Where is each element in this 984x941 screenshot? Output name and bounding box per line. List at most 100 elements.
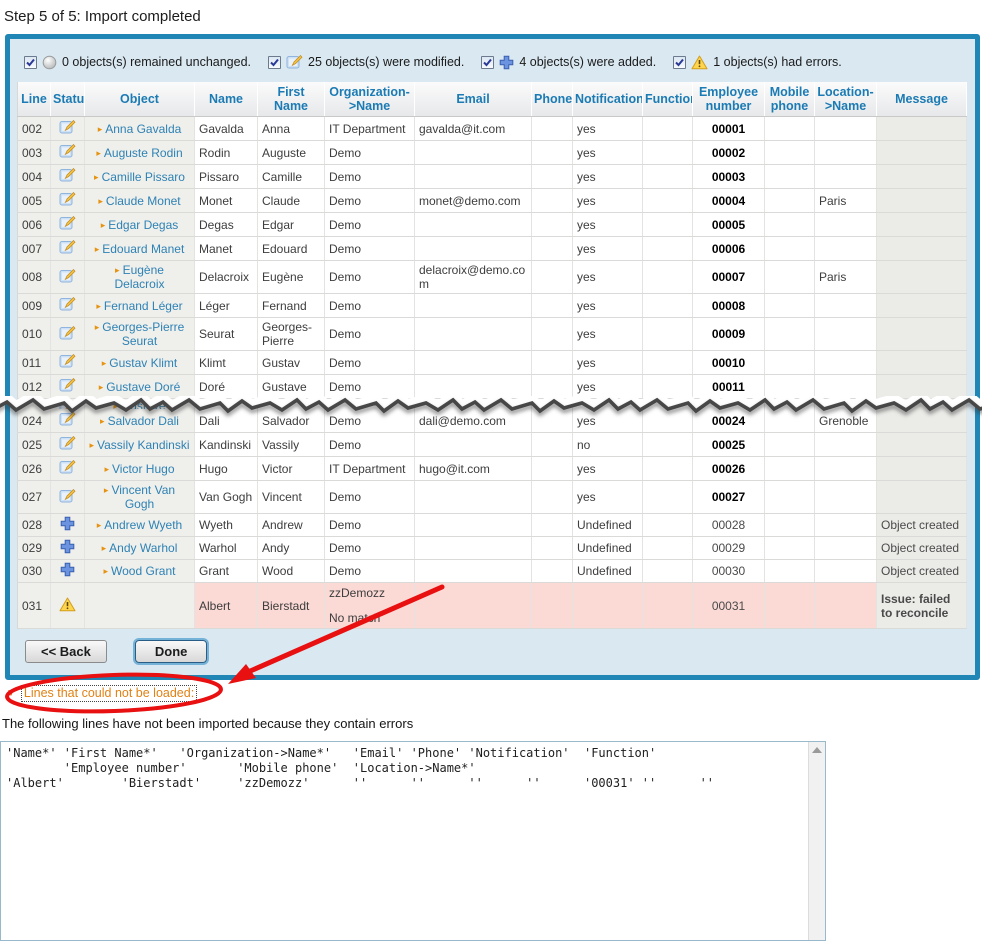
disclosure-triangle-icon[interactable]: ▼ xyxy=(6,688,16,699)
orange-bullet-icon: ▸ xyxy=(95,244,100,254)
cell-name: Gavalda xyxy=(195,117,258,141)
cell-notification: Undefined xyxy=(573,537,643,560)
back-button[interactable]: << Back xyxy=(25,640,107,663)
cell-function xyxy=(643,514,693,537)
table-row: 007▸Edouard ManetManetEdouardDemoyes0000… xyxy=(18,237,967,261)
cell-line: 025 xyxy=(18,433,51,457)
cell-employee-number: 00005 xyxy=(693,213,765,237)
cell-line: 002 xyxy=(18,117,51,141)
cell-organization: Demo xyxy=(325,537,415,560)
cell-function xyxy=(643,117,693,141)
cell-line: 007 xyxy=(18,237,51,261)
cell-location: Paris xyxy=(815,261,877,294)
modified-checkbox[interactable] xyxy=(268,56,281,69)
cell-status xyxy=(51,433,85,457)
cell-email xyxy=(415,537,532,560)
cell-employee-number: 00009 xyxy=(693,318,765,351)
object-link[interactable]: Gustave xyxy=(121,399,166,409)
cell-object: ▸Gustave Doré xyxy=(85,375,195,399)
cell-phone xyxy=(532,560,573,583)
cell-organization: Demo xyxy=(325,318,415,351)
cell-status xyxy=(51,409,85,433)
cell-function xyxy=(643,481,693,514)
object-link[interactable]: Edouard Manet xyxy=(102,242,184,256)
cell-email xyxy=(415,141,532,165)
organization-value: Demo xyxy=(329,541,410,555)
object-link[interactable]: Fernand Léger xyxy=(104,299,183,313)
object-link[interactable]: Victor Hugo xyxy=(112,462,174,476)
cell-organization: Demo xyxy=(325,481,415,514)
object-link[interactable]: Edgar Degas xyxy=(108,218,178,232)
cell-location xyxy=(815,318,877,351)
cell-employee-number: 00008 xyxy=(693,294,765,318)
added-checkbox[interactable] xyxy=(481,56,494,69)
cell-employee-number xyxy=(693,399,765,410)
object-link[interactable]: Gustav Klimt xyxy=(109,356,177,370)
cell-status xyxy=(51,213,85,237)
error-link-row: ▼ Lines that could not be loaded: xyxy=(6,683,984,703)
object-link[interactable]: Eugène Delacroix xyxy=(114,263,164,291)
cell-name: Monet xyxy=(195,189,258,213)
cell-phone xyxy=(532,318,573,351)
object-link[interactable]: Camille Pissaro xyxy=(102,170,185,184)
table-row: 025▸Vassily KandinskiKandinskiVassilyDem… xyxy=(18,433,967,457)
raw-lines-text[interactable]: 'Name*' 'First Name*' 'Organization->Nam… xyxy=(1,742,808,940)
pencil-icon xyxy=(59,296,76,312)
cell-object: ▸Wood Grant xyxy=(85,560,195,583)
cell-name: Hugo xyxy=(195,457,258,481)
object-link[interactable]: Andy Warhol xyxy=(109,541,177,555)
errors-checkbox[interactable] xyxy=(673,56,686,69)
cell-name: Grant xyxy=(195,560,258,583)
done-button[interactable]: Done xyxy=(135,640,208,663)
cell-phone xyxy=(532,375,573,399)
column-header: Organization->Name xyxy=(325,82,415,117)
cell-message: Object created xyxy=(877,537,967,560)
cell-first-name: Wood xyxy=(258,560,325,583)
object-link[interactable]: Georges-Pierre Seurat xyxy=(102,320,184,348)
import-wizard-panel: 0 objects(s) remained unchanged. 25 obje… xyxy=(5,34,980,680)
cell-employee-number: 00003 xyxy=(693,165,765,189)
cell-mobile-phone xyxy=(765,141,815,165)
raw-lines-scrollbar[interactable] xyxy=(808,742,825,940)
orange-bullet-icon: ▸ xyxy=(95,322,100,332)
cell-organization: Demo xyxy=(325,261,415,294)
table-row: 011▸Gustav KlimtKlimtGustavDemoyes00010 xyxy=(18,351,967,375)
cell-phone xyxy=(532,399,573,410)
object-link[interactable]: Claude Monet xyxy=(106,194,181,208)
cell-object: ▸Eugène Delacroix xyxy=(85,261,195,294)
cell-employee-number: 00026 xyxy=(693,457,765,481)
cell-line: 009 xyxy=(18,294,51,318)
cell-first-name: Salvador xyxy=(258,409,325,433)
orange-bullet-icon: ▸ xyxy=(94,172,99,182)
pencil-icon xyxy=(59,377,76,393)
column-header: Email xyxy=(415,82,532,117)
object-link[interactable]: Wood Grant xyxy=(111,564,175,578)
table-row: 012▸Gustave DoréDoréGustaveDemoyes00011 xyxy=(18,375,967,399)
cell-line: 031 xyxy=(18,583,51,629)
organization-value: Demo xyxy=(329,218,410,232)
object-link[interactable]: Vincent Van Gogh xyxy=(111,483,175,511)
cell-status xyxy=(51,318,85,351)
lines-not-loaded-link[interactable]: Lines that could not be loaded: xyxy=(21,685,197,702)
object-link[interactable]: Andrew Wyeth xyxy=(104,518,182,532)
orange-bullet-icon: ▸ xyxy=(97,520,102,530)
table-row: 009▸Fernand LégerLégerFernandDemoyes0000… xyxy=(18,294,967,318)
object-link[interactable]: Salvador Dali xyxy=(108,414,179,428)
object-link[interactable]: Gustave Doré xyxy=(106,380,180,394)
organization-value: Demo xyxy=(329,327,410,341)
scroll-up-icon[interactable] xyxy=(812,747,822,753)
cell-name: Manet xyxy=(195,237,258,261)
cell-message xyxy=(877,318,967,351)
cell-notification: Undefined xyxy=(573,514,643,537)
orange-bullet-icon: ▸ xyxy=(102,543,107,553)
cell-phone xyxy=(532,481,573,514)
plus-icon xyxy=(499,55,514,70)
object-link[interactable]: Anna Gavalda xyxy=(105,122,181,136)
cell-first-name: Gustav xyxy=(258,351,325,375)
object-link[interactable]: Auguste Rodin xyxy=(104,146,183,160)
cell-employee-number: 00029 xyxy=(693,537,765,560)
cell-status xyxy=(51,189,85,213)
unchanged-checkbox[interactable] xyxy=(24,56,37,69)
object-link[interactable]: Vassily Kandinski xyxy=(97,438,189,452)
cell-employee-number: 00024 xyxy=(693,409,765,433)
